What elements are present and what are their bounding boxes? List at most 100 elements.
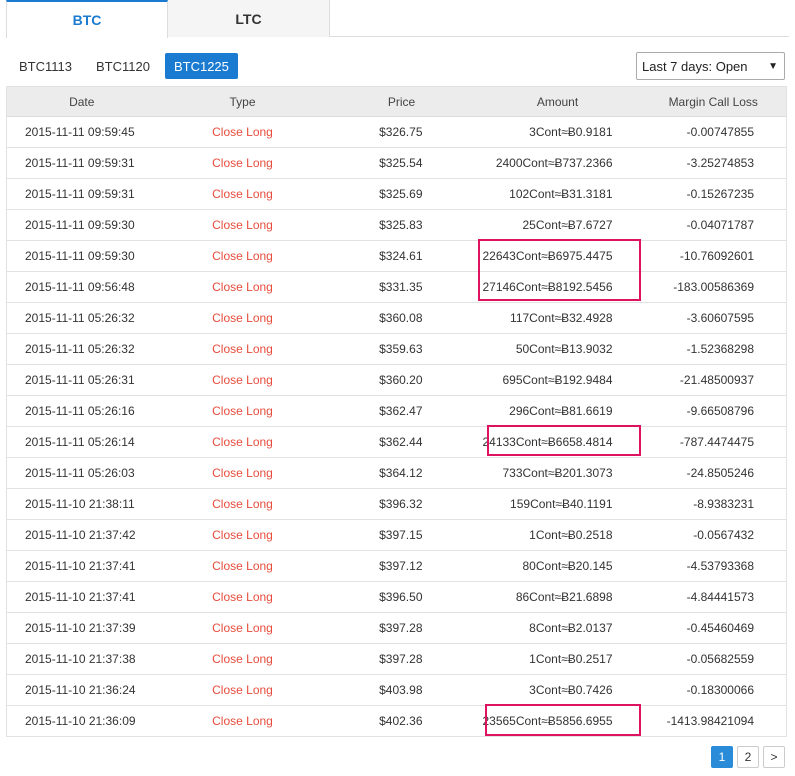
table-row: 2015-11-11 05:26:31 Close Long $360.20 695C… <box>6 364 787 396</box>
table-row: 2015-11-11 05:26:16 Close Long $362.47 296C… <box>6 395 787 427</box>
cell-amount: 102Cont≈Ƀ31.3181 <box>474 178 641 210</box>
cell-type: Close Long <box>156 643 329 675</box>
cell-margin-call-loss: -4.53793368 <box>640 550 787 582</box>
cell-amount: 24133Cont≈Ƀ6658.4814 <box>474 426 641 458</box>
cell-type: Close Long <box>156 550 329 582</box>
tab-ltc[interactable]: LTC <box>168 0 330 37</box>
cell-margin-call-loss: -4.84441573 <box>640 581 787 613</box>
cell-type: Close Long <box>156 147 329 179</box>
cell-date: 2015-11-11 09:59:45 <box>25 125 135 139</box>
cell-margin-call-loss: -0.00747855 <box>686 125 754 139</box>
cell-price: $360.08 <box>328 302 475 334</box>
cell-type: Close Long <box>156 209 329 241</box>
cell-margin-call-loss: -10.76092601 <box>640 240 787 272</box>
column-header-amount: Amount <box>474 86 641 117</box>
cell-price: $402.36 <box>328 705 475 737</box>
table-row: 2015-11-10 21:37:42 Close Long $397.15 1Con… <box>6 519 787 551</box>
cell-amount: 1Cont≈Ƀ0.2517 <box>474 643 641 675</box>
table-row: 2015-11-10 21:37:41 Close Long $396.50 86Co… <box>6 581 787 613</box>
cell-margin-call-loss: -3.60607595 <box>640 302 787 334</box>
cell-amount: 695Cont≈Ƀ192.9484 <box>474 364 641 396</box>
cell-price: $364.12 <box>328 457 475 489</box>
cell-type: Close Long <box>156 178 329 210</box>
table-header-row: Date Type Price Amount Margin Call Loss <box>6 86 787 117</box>
cell-margin-call-loss: -8.9383231 <box>640 488 787 520</box>
cell-margin-call-loss: -0.0567432 <box>640 519 787 551</box>
cell-type: Close Long <box>156 364 329 396</box>
cell-price: $396.50 <box>328 581 475 613</box>
table-row: 2015-11-11 09:56:48 Close Long $331.35 2714… <box>6 271 787 303</box>
cell-price: $397.28 <box>328 643 475 675</box>
contract-btc1225[interactable]: BTC1225 <box>164 53 238 79</box>
cell-date: 2015-11-11 05:26:31 <box>6 364 157 396</box>
table-row: 2015-11-10 21:38:11 Close Long $396.32 159C… <box>6 488 787 520</box>
contract-selector: BTC1113 BTC1120 BTC1225 <box>10 53 238 79</box>
cell-amount: 50Cont≈Ƀ13.9032 <box>474 333 641 365</box>
cell-price: $396.32 <box>328 488 475 520</box>
cell-type: Close Long <box>156 302 329 334</box>
cell-price: $325.54 <box>328 147 475 179</box>
cell-price: $326.75 <box>379 125 423 139</box>
cell-date: 2015-11-10 21:37:39 <box>6 612 157 644</box>
cell-amount: 159Cont≈Ƀ40.1191 <box>474 488 641 520</box>
cell-amount: 22643Cont≈Ƀ6975.4475 <box>474 240 641 272</box>
cell-date: 2015-11-11 05:26:03 <box>6 457 157 489</box>
table-row: 2015-11-10 21:36:24 Close Long $403.98 3Con… <box>6 674 787 706</box>
cell-amount: 25Cont≈Ƀ7.6727 <box>474 209 641 241</box>
cell-type: Close Long <box>156 581 329 613</box>
table-row: 2015-11-11 09:59:30 Close Long $324.61 2264… <box>6 240 787 272</box>
contract-btc1120[interactable]: BTC1120 <box>87 53 159 79</box>
cell-type: Close Long <box>156 488 329 520</box>
cell-amount: 80Cont≈Ƀ20.145 <box>474 550 641 582</box>
cell-price: $331.35 <box>328 271 475 303</box>
cell-type: Close Long <box>212 125 273 139</box>
cell-price: $397.28 <box>328 612 475 644</box>
cell-date: 2015-11-10 21:36:24 <box>6 674 157 706</box>
cell-type: Close Long <box>156 705 329 737</box>
period-select[interactable]: Last 7 days: Open ▼ <box>636 52 785 80</box>
cell-margin-call-loss: -183.00586369 <box>640 271 787 303</box>
cell-price: $325.83 <box>328 209 475 241</box>
cell-amount: 733Cont≈Ƀ201.3073 <box>474 457 641 489</box>
table-row: 2015-11-11 05:26:14 Close Long $362.44 2413… <box>6 426 787 458</box>
table-row: 2015-11-10 21:37:38 Close Long $397.28 1Con… <box>6 643 787 675</box>
table-row: 2015-11-11 09:59:31 Close Long $325.54 2400… <box>6 147 787 179</box>
cell-date: 2015-11-11 09:59:30 <box>6 240 157 272</box>
cell-date: 2015-11-10 21:36:09 <box>6 705 157 737</box>
cell-date: 2015-11-11 09:59:31 <box>6 178 157 210</box>
cell-margin-call-loss: -9.66508796 <box>640 395 787 427</box>
period-select-value: Last 7 days: Open <box>642 58 748 74</box>
cell-margin-call-loss: -0.05682559 <box>640 643 787 675</box>
cell-margin-call-loss: -0.04071787 <box>640 209 787 241</box>
cell-date: 2015-11-10 21:37:42 <box>6 519 157 551</box>
cell-date: 2015-11-11 05:26:32 <box>6 333 157 365</box>
cell-price: $324.61 <box>328 240 475 272</box>
column-header-margin-call-loss: Margin Call Loss <box>640 86 787 117</box>
cell-amount: 2400Cont≈Ƀ737.2366 <box>474 147 641 179</box>
cell-price: $397.12 <box>328 550 475 582</box>
cell-price: $362.47 <box>328 395 475 427</box>
contract-btc1113[interactable]: BTC1113 <box>10 53 81 79</box>
tab-btc[interactable]: BTC <box>6 0 168 38</box>
liquidation-table: Date Type Price Amount Margin Call Loss … <box>6 86 787 737</box>
cell-margin-call-loss: -21.48500937 <box>640 364 787 396</box>
caret-down-icon: ▼ <box>768 61 778 72</box>
table-row: 2015-11-10 21:37:39 Close Long $397.28 8Con… <box>6 612 787 644</box>
cell-date: 2015-11-11 05:26:32 <box>6 302 157 334</box>
cell-amount: 296Cont≈Ƀ81.6619 <box>474 395 641 427</box>
page-1-button[interactable]: 1 <box>711 746 733 768</box>
cell-price: $325.69 <box>328 178 475 210</box>
cell-amount: 23565Cont≈Ƀ5856.6955 <box>474 705 641 737</box>
cell-type: Close Long <box>156 612 329 644</box>
cell-date: 2015-11-10 21:38:11 <box>6 488 157 520</box>
cell-amount: 27146Cont≈Ƀ8192.5456 <box>474 271 641 303</box>
cell-margin-call-loss: -0.45460469 <box>640 612 787 644</box>
cell-type: Close Long <box>156 271 329 303</box>
page-2-button[interactable]: 2 <box>737 746 759 768</box>
cell-type: Close Long <box>156 674 329 706</box>
cell-margin-call-loss: -787.4474475 <box>640 426 787 458</box>
next-page-button[interactable]: > <box>763 746 785 768</box>
cell-margin-call-loss: -24.8505246 <box>640 457 787 489</box>
cell-margin-call-loss: -0.15267235 <box>640 178 787 210</box>
cell-margin-call-loss: -1.52368298 <box>640 333 787 365</box>
